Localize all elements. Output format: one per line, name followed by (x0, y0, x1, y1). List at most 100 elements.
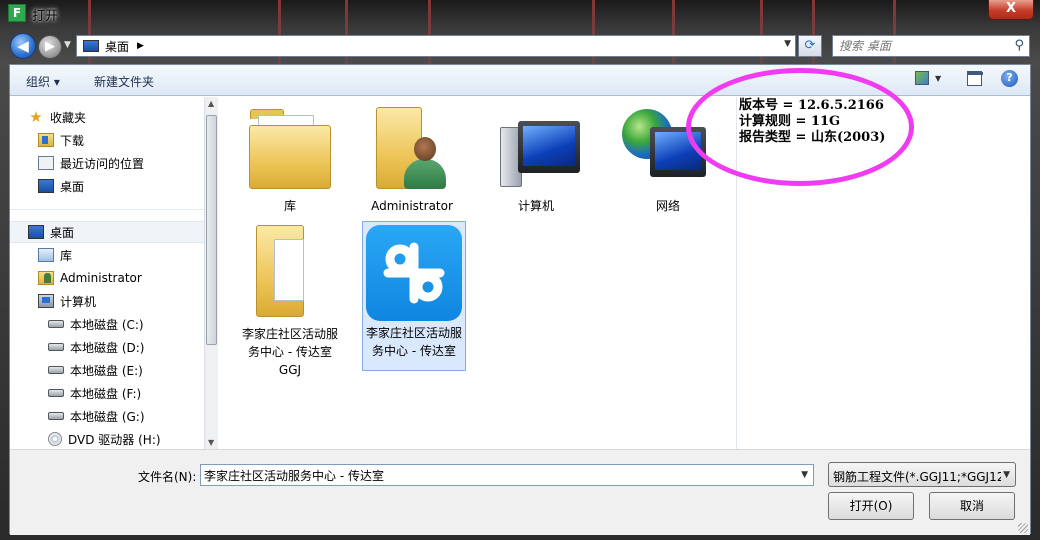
nav-dvd-drive[interactable]: DVD 驱动器 (H:) (48, 429, 161, 449)
nav-label: Administrator (60, 271, 142, 285)
app-icon: F (8, 4, 26, 22)
nav-favorites[interactable]: ★ 收藏夹 (28, 107, 86, 127)
monitor-screen (523, 126, 575, 166)
file-label: 计算机 (517, 199, 554, 213)
file-item-libraries[interactable]: 库 (240, 103, 340, 215)
search-box[interactable]: ⚲ (832, 35, 1030, 57)
view-dropdown-icon[interactable]: ▼ (935, 74, 941, 83)
file-item-ggj-folder[interactable]: 李家庄社区活动服务中心 - 传达室GGJ (240, 221, 340, 377)
file-label: 李家庄社区活动服务中心 - 传达室GGJ (241, 327, 338, 377)
title-bar[interactable]: F 打开 X (0, 0, 1040, 28)
annotation-line: 版本号 = 12.6.5.2166 (739, 98, 884, 113)
drive-icon (48, 366, 64, 374)
recent-places-icon (38, 156, 54, 170)
nav-recent-places[interactable]: 最近访问的位置 (38, 153, 144, 173)
downloads-folder-icon (38, 133, 54, 147)
nav-label: 最近访问的位置 (60, 156, 145, 171)
nav-label: 本地磁盘 (E:) (70, 363, 143, 378)
annotation-line: 计算规则 = 11G (739, 114, 841, 129)
preview-pane-icon[interactable] (967, 71, 983, 86)
file-label: 李家庄社区活动服务中心 - 传达室 (365, 326, 462, 358)
nav-label: 收藏夹 (50, 110, 87, 125)
star-icon: ★ (29, 108, 43, 126)
user-head (414, 137, 436, 161)
computer-icon (518, 121, 580, 173)
nav-drive-g[interactable]: 本地磁盘 (G:) (48, 406, 145, 426)
nav-label: 本地磁盘 (D:) (70, 340, 145, 355)
nav-drive-d[interactable]: 本地磁盘 (D:) (48, 337, 144, 357)
organize-button[interactable]: 组织 ▾ (26, 73, 60, 90)
cancel-button[interactable]: 取消 (929, 492, 1015, 520)
nav-divider (10, 209, 218, 210)
nav-fav-desktop[interactable]: 桌面 (38, 176, 84, 196)
address-dropdown-icon[interactable]: ▼ (784, 39, 791, 49)
nav-desktop-root[interactable]: 桌面 (28, 222, 74, 242)
back-button[interactable]: ◀ (10, 33, 36, 59)
search-icon[interactable]: ⚲ (1014, 38, 1024, 53)
desktop-icon (38, 179, 54, 193)
file-item-computer[interactable]: 计算机 (486, 103, 586, 215)
scroll-down-icon[interactable]: ▼ (208, 438, 214, 447)
filename-combobox[interactable]: ▼ (200, 464, 814, 486)
nav-downloads[interactable]: 下载 (38, 130, 84, 150)
file-label: 网络 (655, 199, 680, 213)
version-annotation: 版本号 = 12.6.5.2166 计算规则 = 11G 报告类型 = 山东(2… (739, 98, 885, 146)
nav-scrollbar[interactable]: ▲ ▼ (204, 97, 218, 449)
nav-label: 库 (60, 248, 73, 263)
address-bar[interactable]: 桌面 ▶ ▼ (76, 35, 796, 57)
drive-icon (48, 389, 64, 397)
desktop-icon (28, 225, 44, 239)
dialog-footer: 文件名(N): ▼ 钢筋工程文件(*.GGJ11;*GGJ12 ▼ 打开(O) … (10, 449, 1030, 535)
filetype-value: 钢筋工程文件(*.GGJ11;*GGJ12 (833, 470, 1001, 484)
filetype-select[interactable]: 钢筋工程文件(*.GGJ11;*GGJ12 ▼ (828, 462, 1016, 487)
nav-label: 本地磁盘 (G:) (70, 409, 145, 424)
file-view[interactable]: 库 Administrator 计算机 网络 李家庄社区活动服务中心 - 传达室… (222, 97, 740, 449)
search-input[interactable] (833, 36, 1003, 56)
annotation-line: 报告类型 = 山东(2003) (739, 130, 886, 145)
nav-drive-e[interactable]: 本地磁盘 (E:) (48, 360, 143, 380)
navigation-pane: ★ 收藏夹 下载 最近访问的位置 桌面 桌面 库 Administrator 计… (10, 97, 218, 449)
file-label: 库 (283, 199, 296, 213)
drive-icon (48, 412, 64, 420)
nav-drive-f[interactable]: 本地磁盘 (F:) (48, 383, 141, 403)
nav-label: 桌面 (60, 179, 85, 194)
nav-libraries[interactable]: 库 (38, 245, 72, 265)
folder-docs (274, 239, 304, 301)
breadcrumb-desktop[interactable]: 桌面 (105, 38, 129, 55)
file-item-project-file[interactable]: 李家庄社区活动服务中心 - 传达室 (362, 221, 466, 371)
help-icon[interactable]: ? (1001, 70, 1018, 87)
history-dropdown-icon[interactable]: ▼ (64, 40, 71, 50)
file-label: Administrator (371, 199, 453, 213)
scroll-up-icon[interactable]: ▲ (208, 99, 214, 108)
nav-label: 本地磁盘 (C:) (70, 317, 144, 332)
nav-label: DVD 驱动器 (H:) (68, 432, 161, 447)
nav-administrator[interactable]: Administrator (38, 268, 142, 288)
filetype-dropdown-icon[interactable]: ▼ (1003, 470, 1010, 480)
app-glyph-icon (383, 242, 445, 304)
user-body (404, 159, 446, 189)
nav-label: 桌面 (50, 225, 75, 240)
view-mode-icon[interactable] (915, 71, 929, 85)
system-drive-icon (48, 320, 64, 328)
nav-label: 下载 (60, 133, 85, 148)
libraries-icon (38, 248, 54, 262)
nav-drive-c[interactable]: 本地磁盘 (C:) (48, 314, 144, 334)
breadcrumb-chevron-icon[interactable]: ▶ (137, 41, 144, 51)
scrollbar-thumb[interactable] (206, 115, 217, 345)
new-folder-button[interactable]: 新建文件夹 (94, 73, 154, 90)
close-button[interactable]: X (988, 0, 1034, 20)
libraries-icon (249, 125, 331, 189)
desktop-icon (83, 40, 99, 52)
file-item-administrator[interactable]: Administrator (362, 103, 462, 215)
forward-button[interactable]: ▶ (38, 35, 62, 59)
dvd-drive-icon (48, 432, 62, 446)
open-button[interactable]: 打开(O) (828, 492, 914, 520)
project-app-icon (366, 225, 462, 321)
resize-grip-icon[interactable] (1018, 523, 1028, 533)
window-title: 打开 (32, 9, 59, 24)
computer-icon (38, 294, 54, 308)
filename-dropdown-icon[interactable]: ▼ (801, 470, 808, 480)
filename-input[interactable] (201, 465, 791, 485)
nav-computer[interactable]: 计算机 (38, 291, 96, 311)
refresh-button[interactable]: ⟳ (798, 35, 822, 57)
